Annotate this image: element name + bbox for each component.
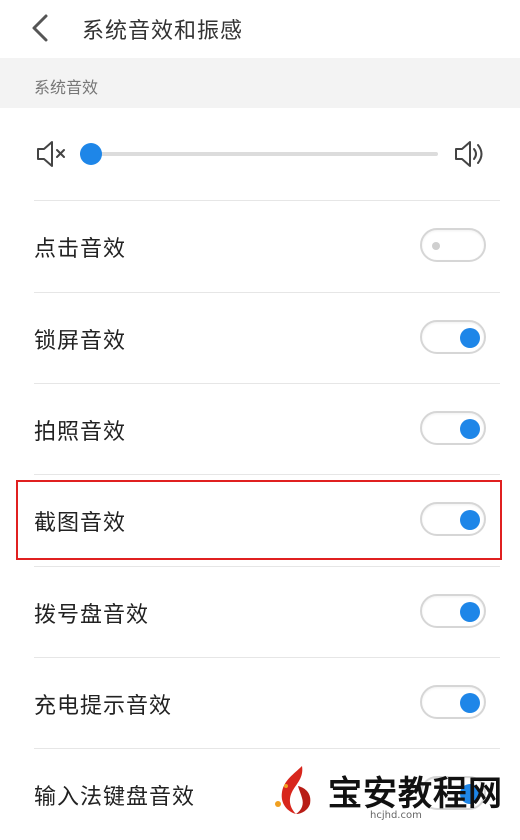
toggle-knob xyxy=(460,693,480,713)
toggle-knob xyxy=(460,328,480,348)
page-title: 系统音效和振感 xyxy=(82,19,244,44)
highlight-box xyxy=(16,480,502,560)
toggle-knob xyxy=(460,419,480,439)
setting-label: 输入法键盘音效 xyxy=(34,785,196,810)
volume-row xyxy=(0,108,520,200)
volume-up-icon xyxy=(455,141,483,167)
toggle-switch[interactable] xyxy=(420,320,486,354)
volume-slider[interactable] xyxy=(80,143,438,165)
toggle-switch[interactable] xyxy=(420,685,486,719)
app-header: 系统音效和振感 xyxy=(0,0,520,58)
setting-label: 锁屏音效 xyxy=(34,329,127,354)
setting-row-click-sound[interactable]: 点击音效 xyxy=(0,201,520,292)
section-header: 系统音效 xyxy=(0,58,520,108)
setting-label: 拍照音效 xyxy=(34,420,127,445)
setting-row-charging-sound[interactable]: 充电提示音效 xyxy=(0,658,520,749)
setting-label: 拨号盘音效 xyxy=(34,603,150,628)
back-button[interactable] xyxy=(24,10,60,46)
setting-row-lockscreen-sound[interactable]: 锁屏音效 xyxy=(0,293,520,384)
toggle-knob xyxy=(432,242,440,250)
toggle-switch[interactable] xyxy=(420,594,486,628)
setting-label: 充电提示音效 xyxy=(34,694,173,719)
setting-label: 点击音效 xyxy=(34,237,127,262)
watermark-url: hcjhd.com xyxy=(370,810,422,821)
watermark-text: 宝安教程网 xyxy=(328,774,503,814)
volume-slider-thumb[interactable] xyxy=(80,143,102,165)
setting-row-camera-sound[interactable]: 拍照音效 xyxy=(0,384,520,475)
volume-mute-icon xyxy=(37,141,65,167)
watermark: 宝安教程网 hcjhd.com xyxy=(272,760,520,827)
toggle-knob xyxy=(460,602,480,622)
watermark-logo-icon xyxy=(275,766,311,814)
section-title: 系统音效 xyxy=(34,78,99,97)
toggle-switch[interactable] xyxy=(420,411,486,445)
setting-row-dialpad-sound[interactable]: 拨号盘音效 xyxy=(0,567,520,658)
chevron-left-icon xyxy=(32,14,48,42)
toggle-switch[interactable] xyxy=(420,228,486,262)
